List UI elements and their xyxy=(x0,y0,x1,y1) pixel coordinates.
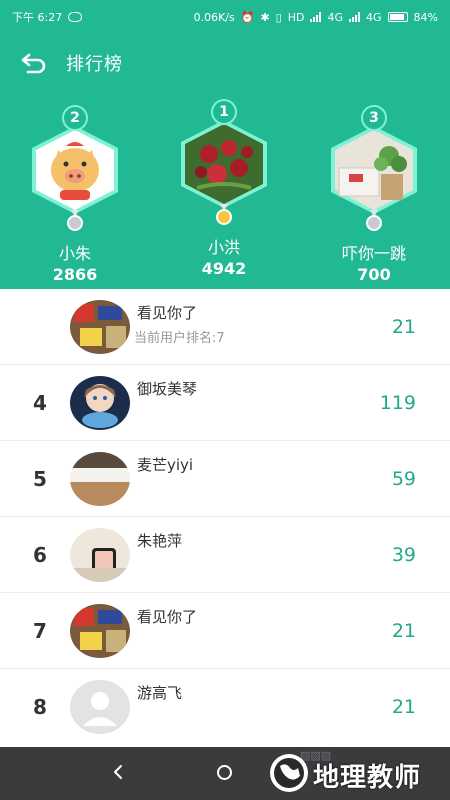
list-name: 朱艳萍 xyxy=(137,532,183,550)
podium-name-1: 小洪 xyxy=(207,238,240,257)
user-avatar xyxy=(70,376,130,430)
signal-icon-2 xyxy=(349,12,361,22)
user-avatar xyxy=(70,528,130,582)
signal-icon xyxy=(310,12,322,22)
watermark-text: 地理教师 xyxy=(313,763,422,793)
list-score: 119 xyxy=(379,391,416,414)
list-item[interactable]: 7 看见你了 21 xyxy=(0,593,450,669)
podium-score-3: 700 xyxy=(357,265,391,284)
list-item[interactable]: 8 游高飞 21 xyxy=(0,669,450,745)
nav-home-icon[interactable] xyxy=(217,765,232,780)
list-item[interactable]: 5 麦芒yiyi 59 xyxy=(0,441,450,517)
podium-score-2: 2866 xyxy=(52,265,98,284)
list-name: 麦芒yiyi xyxy=(137,456,194,474)
rank-badge-3: 3 xyxy=(361,105,387,131)
avatar-pig xyxy=(32,126,118,214)
system-nav-bar: ▧▧▧ 地理教师 xyxy=(0,747,450,800)
list-name: 看见你了 xyxy=(137,608,198,626)
globe-logo-icon xyxy=(270,754,308,792)
status-time: 下午 6:27 xyxy=(12,11,63,24)
podium-name-2: 小朱 xyxy=(58,244,91,263)
list-rank: 7 xyxy=(33,618,47,643)
gold-medal-icon xyxy=(216,204,232,225)
nav-back-icon[interactable] xyxy=(111,761,125,783)
battery-level: 84% xyxy=(413,10,438,24)
back-arrow-icon[interactable] xyxy=(20,52,48,74)
page-title: 排行榜 xyxy=(66,54,123,75)
status-bar: 下午 6:27 0.06K/s ⏰ ✱ ▯ HD 4G 4G 84% xyxy=(0,0,450,34)
top-app-bar: 排行榜 xyxy=(0,34,450,92)
bluetooth-icon: ✱ xyxy=(260,10,270,24)
list-item-current-user[interactable]: 看见你了 当前用户排名:7 21 xyxy=(0,289,450,365)
bronze-medal-icon xyxy=(366,210,382,231)
list-score: 59 xyxy=(391,467,416,490)
rank-badge-2: 2 xyxy=(62,105,88,131)
silver-medal-icon xyxy=(67,210,83,231)
network-type-1: 4G xyxy=(327,10,344,24)
list-score: 21 xyxy=(391,619,416,642)
vibrate-icon: ▯ xyxy=(275,10,282,24)
hd-label: HD xyxy=(287,10,305,24)
notification-icon xyxy=(68,12,83,22)
user-avatar xyxy=(70,604,130,658)
podium-first[interactable]: 1 小洪 4942 xyxy=(164,96,284,286)
list-item[interactable]: 4 御坂美琴 119 xyxy=(0,365,450,441)
list-rank xyxy=(28,289,52,364)
alarm-icon: ⏰ xyxy=(240,10,255,24)
avatar-plant xyxy=(331,126,417,214)
ranking-list: 看见你了 当前用户排名:7 21 4 御坂美琴 119 5 麦芒yiyi 59 … xyxy=(0,289,450,745)
leaderboard-header: 排行榜 2 小朱 2866 1 小洪 4942 3 吓你一跳 700 xyxy=(0,34,450,289)
list-rank: 4 xyxy=(33,390,47,415)
list-score: 21 xyxy=(391,315,416,338)
default-avatar-icon xyxy=(70,680,130,734)
user-avatar xyxy=(70,452,130,506)
user-avatar xyxy=(70,300,130,354)
podium-score-1: 4942 xyxy=(201,259,247,278)
list-score: 21 xyxy=(391,696,416,718)
battery-icon xyxy=(387,12,408,22)
avatar-flowers xyxy=(181,120,267,208)
podium-third[interactable]: 3 吓你一跳 700 xyxy=(314,102,434,292)
podium-second[interactable]: 2 小朱 2866 xyxy=(15,102,135,292)
list-name: 御坂美琴 xyxy=(137,380,198,398)
net-speed: 0.06K/s xyxy=(193,10,235,24)
list-name: 游高飞 xyxy=(137,684,183,702)
list-item[interactable]: 6 朱艳萍 39 xyxy=(0,517,450,593)
current-user-rank-text: 当前用户排名:7 xyxy=(134,331,225,346)
list-name: 看见你了 xyxy=(137,304,198,322)
rank-badge-1: 1 xyxy=(211,99,237,125)
network-type-2: 4G xyxy=(366,10,382,24)
podium-name-3: 吓你一跳 xyxy=(341,244,406,263)
list-score: 39 xyxy=(391,543,416,566)
list-rank: 5 xyxy=(33,466,47,491)
list-rank: 6 xyxy=(33,542,47,567)
list-rank: 8 xyxy=(33,695,47,719)
